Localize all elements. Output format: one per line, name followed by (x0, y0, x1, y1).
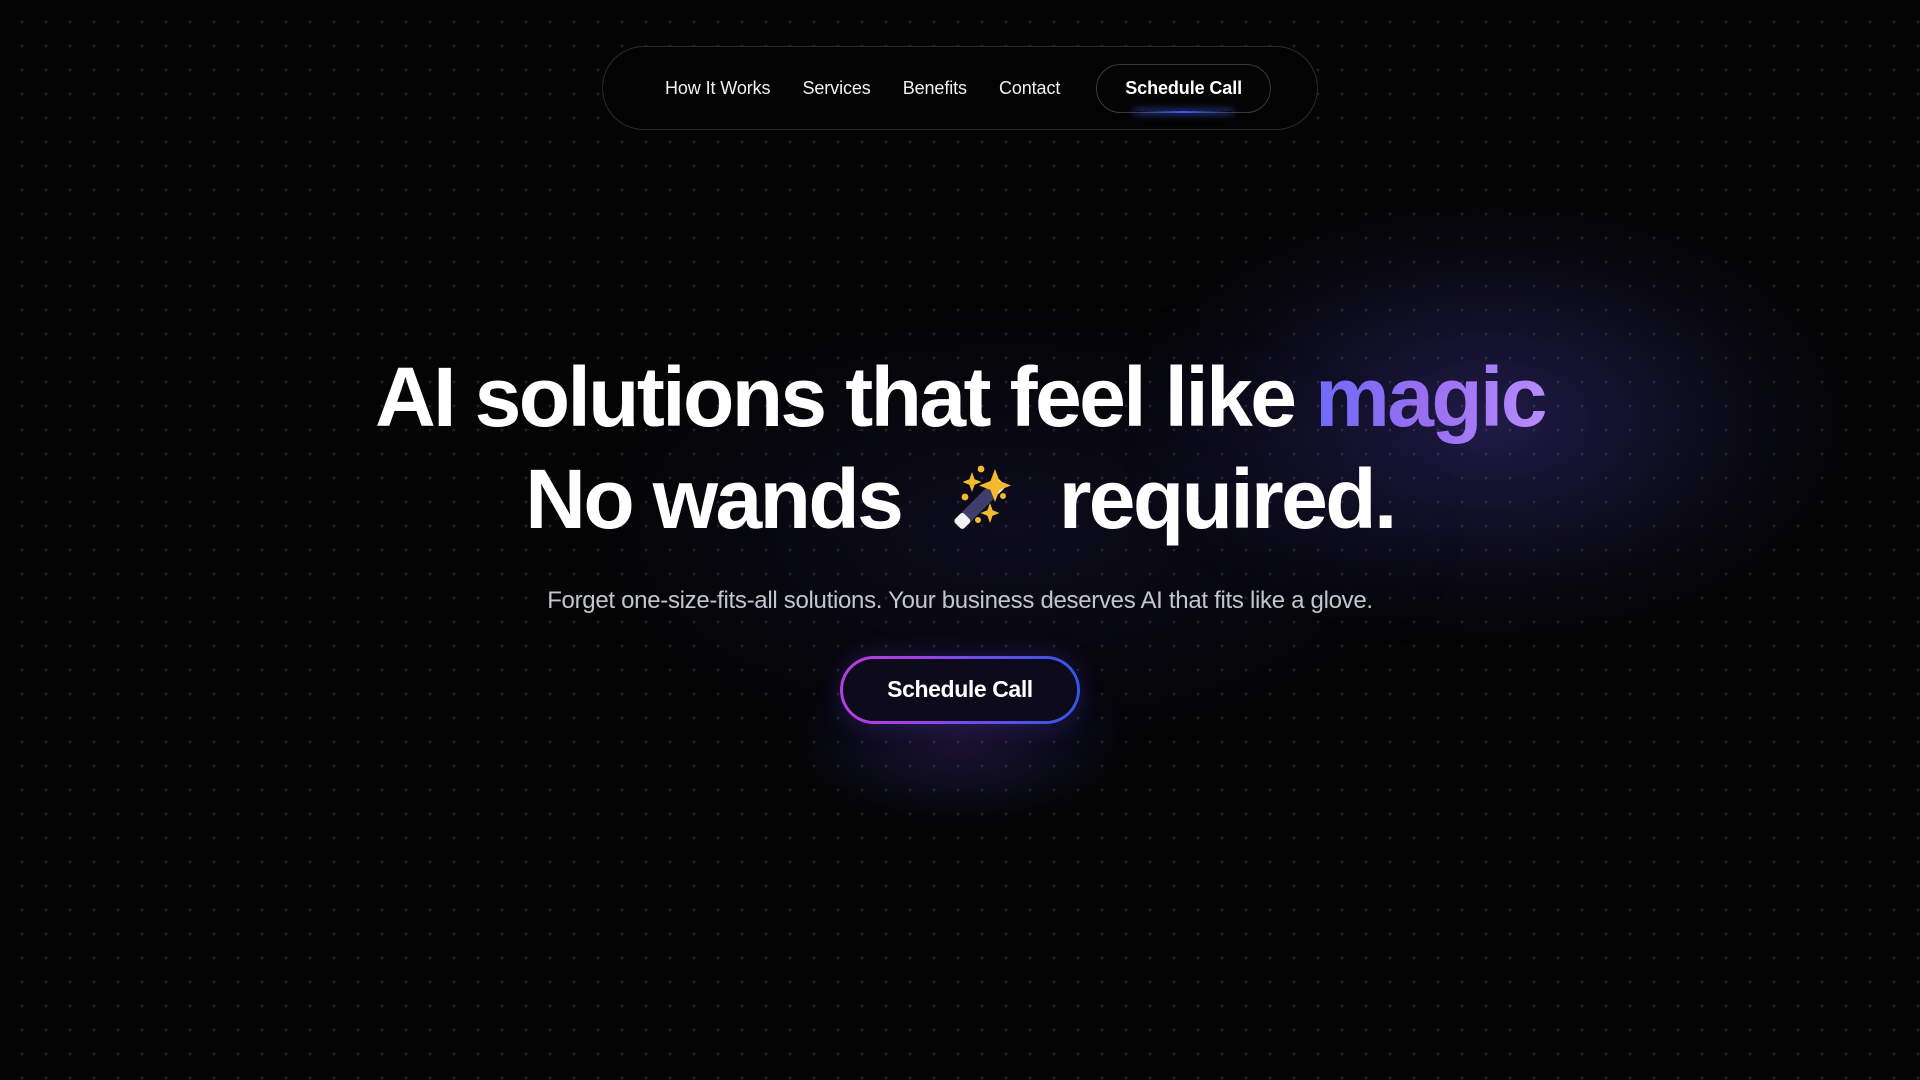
nav-link-how-it-works[interactable]: How It Works (649, 79, 786, 97)
magic-wand-icon (932, 456, 1028, 542)
nav-link-benefits[interactable]: Benefits (887, 79, 983, 97)
hero-subtitle: Forget one-size-fits-all solutions. Your… (547, 586, 1373, 614)
page-title: AI solutions that feel like magic No wan… (0, 346, 1920, 551)
hero-schedule-call-button[interactable]: Schedule Call (840, 655, 1080, 724)
headline-line-2: No wands required. (0, 448, 1920, 550)
navbar-schedule-call-button[interactable]: Schedule Call (1096, 63, 1272, 113)
main-navbar: How It Works Services Benefits Contact S… (601, 46, 1319, 130)
hero-section: AI solutions that feel like magic No wan… (0, 346, 1920, 724)
nav-link-services[interactable]: Services (786, 79, 886, 97)
hero-cta-container: Schedule Call (0, 655, 1920, 724)
nav-link-contact[interactable]: Contact (983, 79, 1076, 97)
headline-line-1: AI solutions that feel like magic (0, 346, 1920, 448)
headline-text-required: required. (1058, 452, 1398, 547)
hero-schedule-call-label: Schedule Call (887, 676, 1033, 703)
headline-highlight-magic: magic (1315, 350, 1547, 444)
page-root: How It Works Services Benefits Contact S… (0, 0, 1920, 1080)
headline-text-plain: AI solutions that feel like (375, 350, 1316, 444)
headline-text-no-wands: No wands (525, 452, 904, 547)
